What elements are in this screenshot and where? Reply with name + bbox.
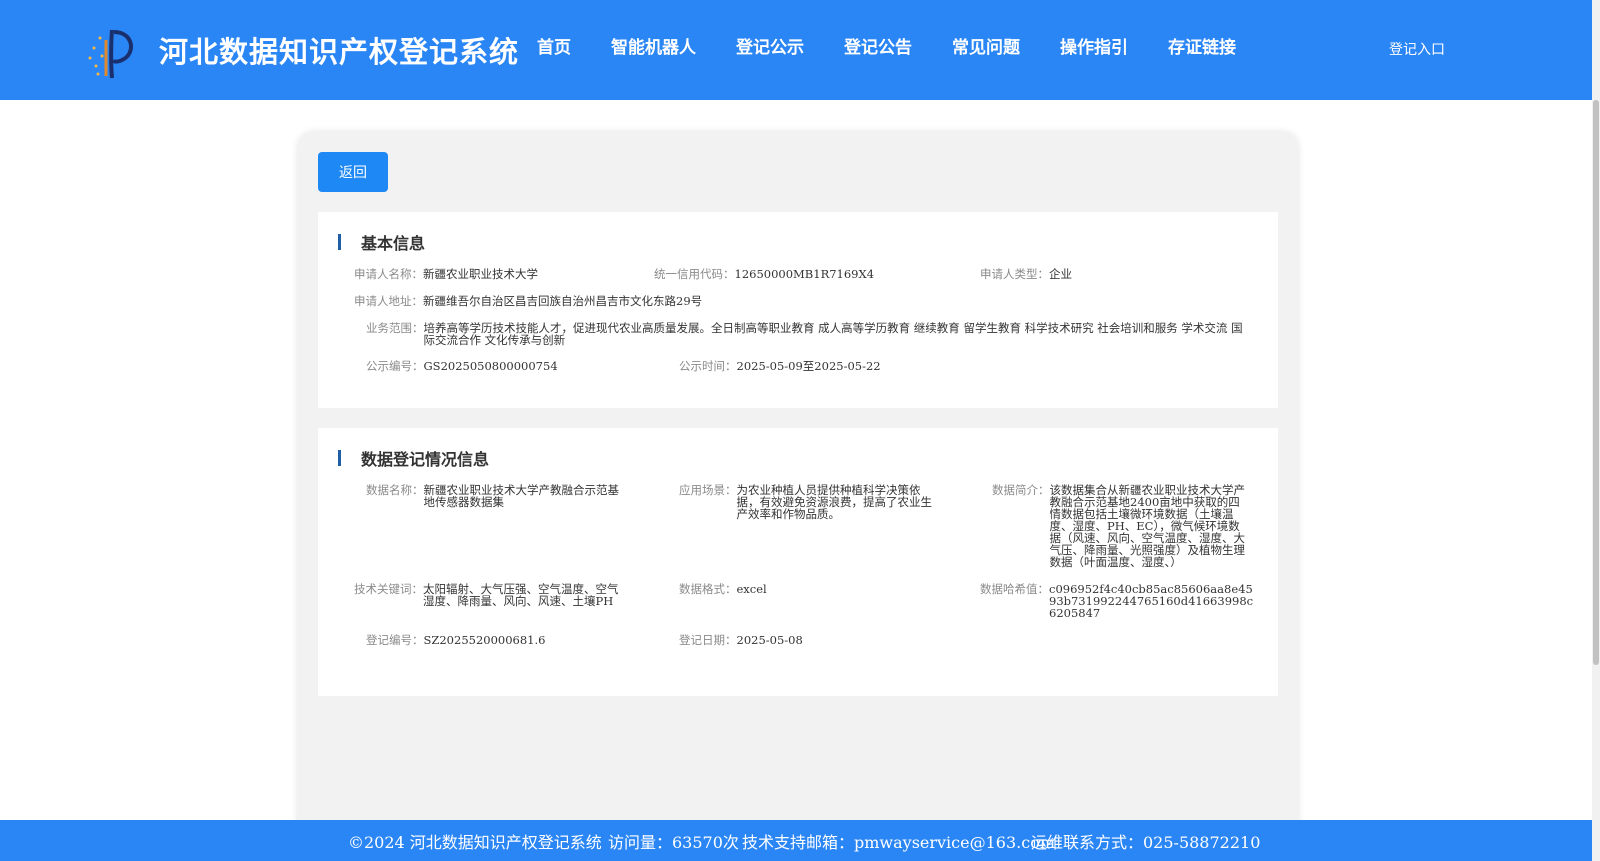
data-name-field: 数据名称： 新疆农业职业技术大学产教融合示范基地传感器数据集 — [366, 484, 620, 508]
footer-visits: 访问量：63570次 — [608, 833, 739, 852]
footer-contact: 运维联系方式：025-58872210 — [1031, 833, 1261, 852]
field-label: 统一信用代码： — [654, 267, 735, 281]
tech-keywords-field: 技术关键词： 太阳辐射、大气压强、空气温度、空气湿度、降雨量、风向、风速、土壤P… — [354, 583, 619, 607]
field-label: 应用场景： — [679, 483, 737, 497]
field-label: 公示时间： — [679, 359, 737, 373]
section-accent-bar — [338, 234, 341, 250]
logo-icon — [88, 29, 133, 79]
applicant-type-field: 申请人类型： 企业 — [980, 268, 1072, 280]
field-value: 2025-05-08 — [736, 633, 803, 647]
main-nav: 首页 智能机器人 登记公示 登记公告 常见问题 操作指引 存证链接 — [537, 36, 1276, 60]
page-scrollbar[interactable] — [1592, 0, 1600, 861]
section-title: 数据登记情况信息 — [361, 450, 490, 469]
basic-info-section: 基本信息 申请人名称： 新疆农业职业技术大学 统一信用代码： 12650000M… — [318, 212, 1278, 408]
login-link[interactable]: 登记入口 — [1389, 39, 1445, 59]
address-field: 申请人地址： 新疆维吾尔自治区昌吉回族自治州昌吉市文化东路29号 — [354, 295, 702, 307]
nav-faq[interactable]: 常见问题 — [952, 36, 1020, 60]
section-header: 数据登记情况信息 — [338, 446, 489, 470]
field-label: 数据格式： — [679, 582, 737, 596]
footer-copyright: ©2024 河北数据知识产权登记系统 — [348, 833, 602, 852]
registration-number-field: 登记编号： SZ2025520000681.6 — [366, 634, 545, 646]
section-title: 基本信息 — [361, 234, 426, 253]
detail-card: 返回 基本信息 申请人名称： 新疆农业职业技术大学 统一信用代码： 126500… — [298, 132, 1298, 861]
field-value: 新疆维吾尔自治区昌吉回族自治州昌吉市文化东路29号 — [423, 294, 703, 308]
field-value: SZ2025520000681.6 — [423, 633, 546, 647]
applicant-name-field: 申请人名称： 新疆农业职业技术大学 — [354, 268, 538, 280]
field-label: 数据名称： — [366, 483, 424, 497]
top-header: 河北数据知识产权登记系统 首页 智能机器人 登记公示 登记公告 常见问题 操作指… — [0, 0, 1600, 100]
nav-guide[interactable]: 操作指引 — [1060, 36, 1128, 60]
field-value: 该数据集合从新疆农业职业技术大学产教融合示范基地2400亩地中获取的四情数据包括… — [1049, 483, 1246, 569]
data-format-field: 数据格式： excel — [679, 583, 767, 595]
field-value: 太阳辐射、大气压强、空气温度、空气湿度、降雨量、风向、风速、土壤PH — [423, 582, 619, 608]
field-label: 数据简介： — [992, 483, 1050, 497]
registration-date-field: 登记日期： 2025-05-08 — [679, 634, 803, 646]
section-accent-bar — [338, 450, 341, 466]
notice-time-field: 公示时间： 2025-05-09至2025-05-22 — [679, 360, 881, 372]
footer-email: 技术支持邮箱：pmwayservice@163.com — [742, 833, 1055, 852]
nav-robot[interactable]: 智能机器人 — [611, 36, 696, 60]
field-label: 业务范围： — [366, 321, 424, 335]
field-value: 新疆农业职业技术大学产教融合示范基地传感器数据集 — [423, 483, 620, 509]
field-label: 登记编号： — [366, 633, 424, 647]
nav-home[interactable]: 首页 — [537, 36, 571, 60]
footer: ©2024 河北数据知识产权登记系统 访问量：63570次 技术支持邮箱：pmw… — [0, 820, 1592, 861]
field-value: 企业 — [1049, 267, 1072, 281]
section-header: 基本信息 — [338, 230, 425, 254]
field-value: 新疆农业职业技术大学 — [423, 267, 538, 281]
field-value: 2025-05-09至2025-05-22 — [736, 359, 881, 373]
field-value: GS2025050800000754 — [423, 359, 558, 373]
field-value: 12650000MB1R7169X4 — [734, 267, 875, 281]
nav-publicity[interactable]: 登记公示 — [736, 36, 804, 60]
field-label: 申请人地址： — [354, 294, 423, 308]
field-label: 登记日期： — [679, 633, 737, 647]
notice-number-field: 公示编号： GS2025050800000754 — [366, 360, 558, 372]
site-title: 河北数据知识产权登记系统 — [159, 35, 520, 69]
data-hash-field: 数据哈希值： c096952f4c40cb85ac85606aa8e4593b7… — [980, 583, 1257, 619]
data-intro-field: 数据简介： 该数据集合从新疆农业职业技术大学产教融合示范基地2400亩地中获取的… — [992, 484, 1246, 568]
back-button[interactable]: 返回 — [318, 152, 388, 192]
field-label: 技术关键词： — [354, 582, 423, 596]
field-label: 申请人名称： — [354, 267, 423, 281]
data-registration-section: 数据登记情况信息 数据名称： 新疆农业职业技术大学产教融合示范基地传感器数据集 … — [318, 428, 1278, 696]
credit-code-field: 统一信用代码： 12650000MB1R7169X4 — [654, 268, 874, 280]
nav-evidence-link[interactable]: 存证链接 — [1168, 36, 1236, 60]
business-scope-field: 业务范围： 培养高等学历技术技能人才，促进现代农业高质量发展。全日制高等职业教育… — [366, 322, 1266, 346]
nav-announcement[interactable]: 登记公告 — [844, 36, 912, 60]
application-scenario-field: 应用场景： 为农业种植人员提供种植科学决策依据，有效避免资源浪费，提高了农业生产… — [679, 484, 933, 520]
field-value: 为农业种植人员提供种植科学决策依据，有效避免资源浪费，提高了农业生产效率和作物品… — [736, 483, 933, 521]
field-label: 申请人类型： — [980, 267, 1049, 281]
scrollbar-thumb[interactable] — [1593, 100, 1599, 665]
field-value: excel — [736, 582, 767, 596]
field-value: c096952f4c40cb85ac85606aa8e4593b73199224… — [1049, 582, 1254, 620]
field-label: 公示编号： — [366, 359, 424, 373]
field-value: 培养高等学历技术技能人才，促进现代农业高质量发展。全日制高等职业教育 成人高等学… — [423, 321, 1243, 347]
field-label: 数据哈希值： — [980, 582, 1049, 596]
